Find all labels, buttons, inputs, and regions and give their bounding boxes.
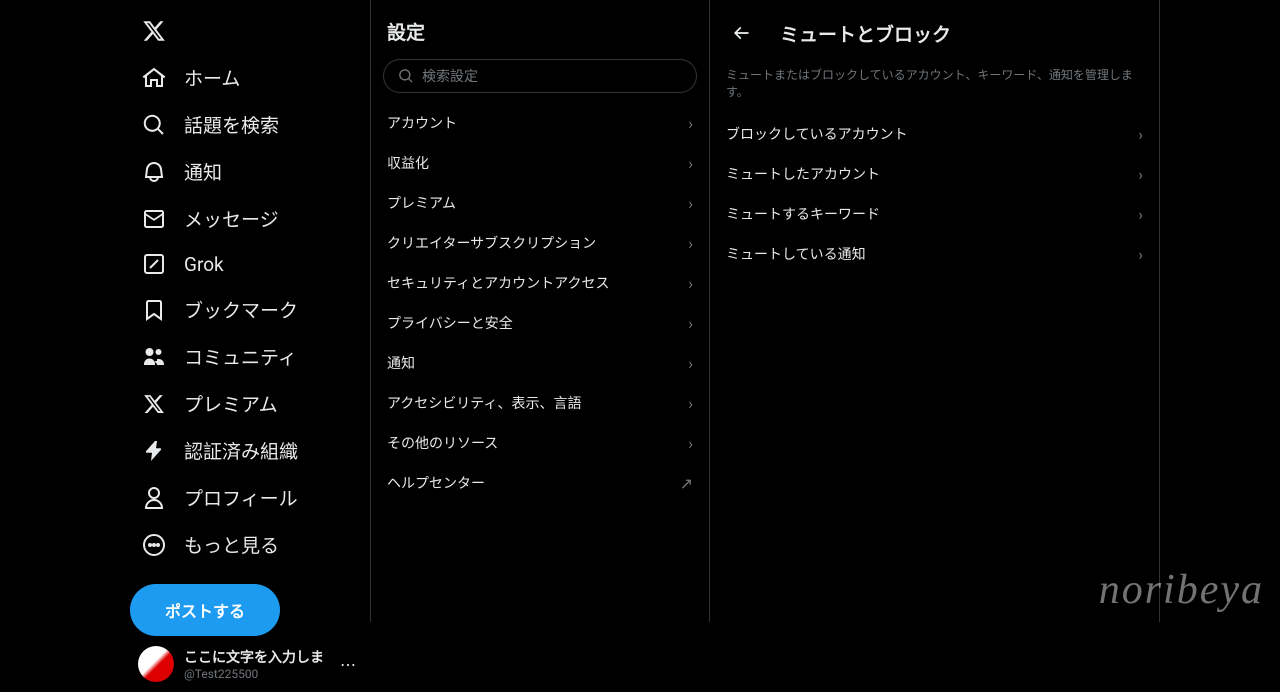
more-icon [142, 533, 166, 557]
bell-icon [142, 160, 166, 184]
chevron-right-icon: › [688, 114, 693, 133]
nav-messages[interactable]: メッセージ [130, 195, 370, 242]
settings-item-monetization[interactable]: 収益化› [371, 143, 709, 183]
profile-icon [142, 486, 166, 510]
nav-label: 話題を検索 [184, 111, 279, 138]
settings-item-privacy[interactable]: プライバシーと安全› [371, 303, 709, 343]
nav-label: もっと見る [184, 531, 279, 558]
chevron-right-icon: › [688, 314, 693, 333]
communities-icon [142, 345, 166, 369]
detail-item-muted-notifications[interactable]: ミュートしている通知› [710, 234, 1159, 274]
nav-label: 通知 [184, 158, 222, 185]
nav-label: ブックマーク [184, 296, 298, 323]
detail-item-muted-accounts[interactable]: ミュートしたアカウント› [710, 154, 1159, 194]
detail-title: ミュートとブロック [780, 20, 951, 47]
nav-home[interactable]: ホーム [130, 54, 370, 101]
nav-notifications[interactable]: 通知 [130, 148, 370, 195]
settings-item-creator-subs[interactable]: クリエイターサブスクリプション› [371, 223, 709, 263]
settings-item-resources[interactable]: その他のリソース› [371, 423, 709, 463]
nav-label: Grok [184, 253, 224, 276]
chevron-right-icon: › [688, 234, 693, 253]
chevron-right-icon: › [1138, 205, 1143, 224]
bookmark-icon [142, 298, 166, 322]
mail-icon [142, 207, 166, 231]
chevron-right-icon: › [688, 274, 693, 293]
nav-label: コミュニティ [184, 343, 297, 370]
account-switcher[interactable]: ここに文字を入力しま @Test225500 ⋯ [130, 636, 370, 692]
detail-item-muted-keywords[interactable]: ミュートするキーワード› [710, 194, 1159, 234]
settings-list: 設定 アカウント› 収益化› プレミアム› クリエイターサブスクリプション› セ… [370, 0, 710, 622]
nav-label: プロフィール [184, 484, 298, 511]
chevron-right-icon: › [1138, 125, 1143, 144]
post-button[interactable]: ポストする [130, 584, 280, 636]
account-name: ここに文字を入力しま [184, 647, 324, 667]
chevron-right-icon: › [688, 354, 693, 373]
lightning-icon [142, 439, 166, 463]
settings-item-notifications[interactable]: 通知› [371, 343, 709, 383]
nav-grok[interactable]: Grok [130, 242, 370, 286]
search-icon [398, 68, 414, 84]
nav-communities[interactable]: コミュニティ [130, 333, 370, 380]
back-button[interactable] [726, 18, 756, 48]
settings-item-help[interactable]: ヘルプセンター↗ [371, 463, 709, 503]
nav-label: プレミアム [184, 390, 278, 417]
settings-detail: ミュートとブロック ミュートまたはブロックしているアカウント、キーワード、通知を… [710, 0, 1160, 622]
settings-search-input[interactable] [422, 68, 682, 84]
settings-search[interactable] [383, 59, 697, 93]
settings-title: 設定 [371, 12, 709, 59]
nav-bookmarks[interactable]: ブックマーク [130, 286, 370, 333]
search-icon [142, 113, 166, 137]
chevron-right-icon: › [688, 194, 693, 213]
x-premium-icon [142, 392, 166, 416]
detail-item-blocked-accounts[interactable]: ブロックしているアカウント› [710, 114, 1159, 154]
avatar [138, 646, 174, 682]
grok-icon [142, 252, 166, 276]
settings-item-account[interactable]: アカウント› [371, 103, 709, 143]
ellipsis-icon: ⋯ [334, 655, 362, 674]
chevron-right-icon: › [1138, 165, 1143, 184]
primary-nav: ホーム 話題を検索 通知 メッセージ Grok ブックマーク [130, 0, 370, 622]
home-icon [142, 66, 166, 90]
x-logo[interactable] [130, 8, 178, 54]
nav-label: ホーム [184, 64, 240, 91]
nav-profile[interactable]: プロフィール [130, 474, 370, 521]
chevron-right-icon: › [688, 394, 693, 413]
nav-explore[interactable]: 話題を検索 [130, 101, 370, 148]
settings-item-security[interactable]: セキュリティとアカウントアクセス› [371, 263, 709, 303]
nav-verified-orgs[interactable]: 認証済み組織 [130, 427, 370, 474]
nav-label: 認証済み組織 [184, 437, 298, 464]
account-handle: @Test225500 [184, 667, 324, 681]
settings-item-accessibility[interactable]: アクセシビリティ、表示、言語› [371, 383, 709, 423]
chevron-right-icon: › [688, 434, 693, 453]
external-link-icon: ↗ [680, 474, 693, 493]
settings-item-premium[interactable]: プレミアム› [371, 183, 709, 223]
detail-description: ミュートまたはブロックしているアカウント、キーワード、通知を管理します。 [710, 58, 1159, 114]
nav-more[interactable]: もっと見る [130, 521, 370, 568]
nav-label: メッセージ [184, 205, 279, 232]
chevron-right-icon: › [1138, 245, 1143, 264]
chevron-right-icon: › [688, 154, 693, 173]
nav-premium[interactable]: プレミアム [130, 380, 370, 427]
